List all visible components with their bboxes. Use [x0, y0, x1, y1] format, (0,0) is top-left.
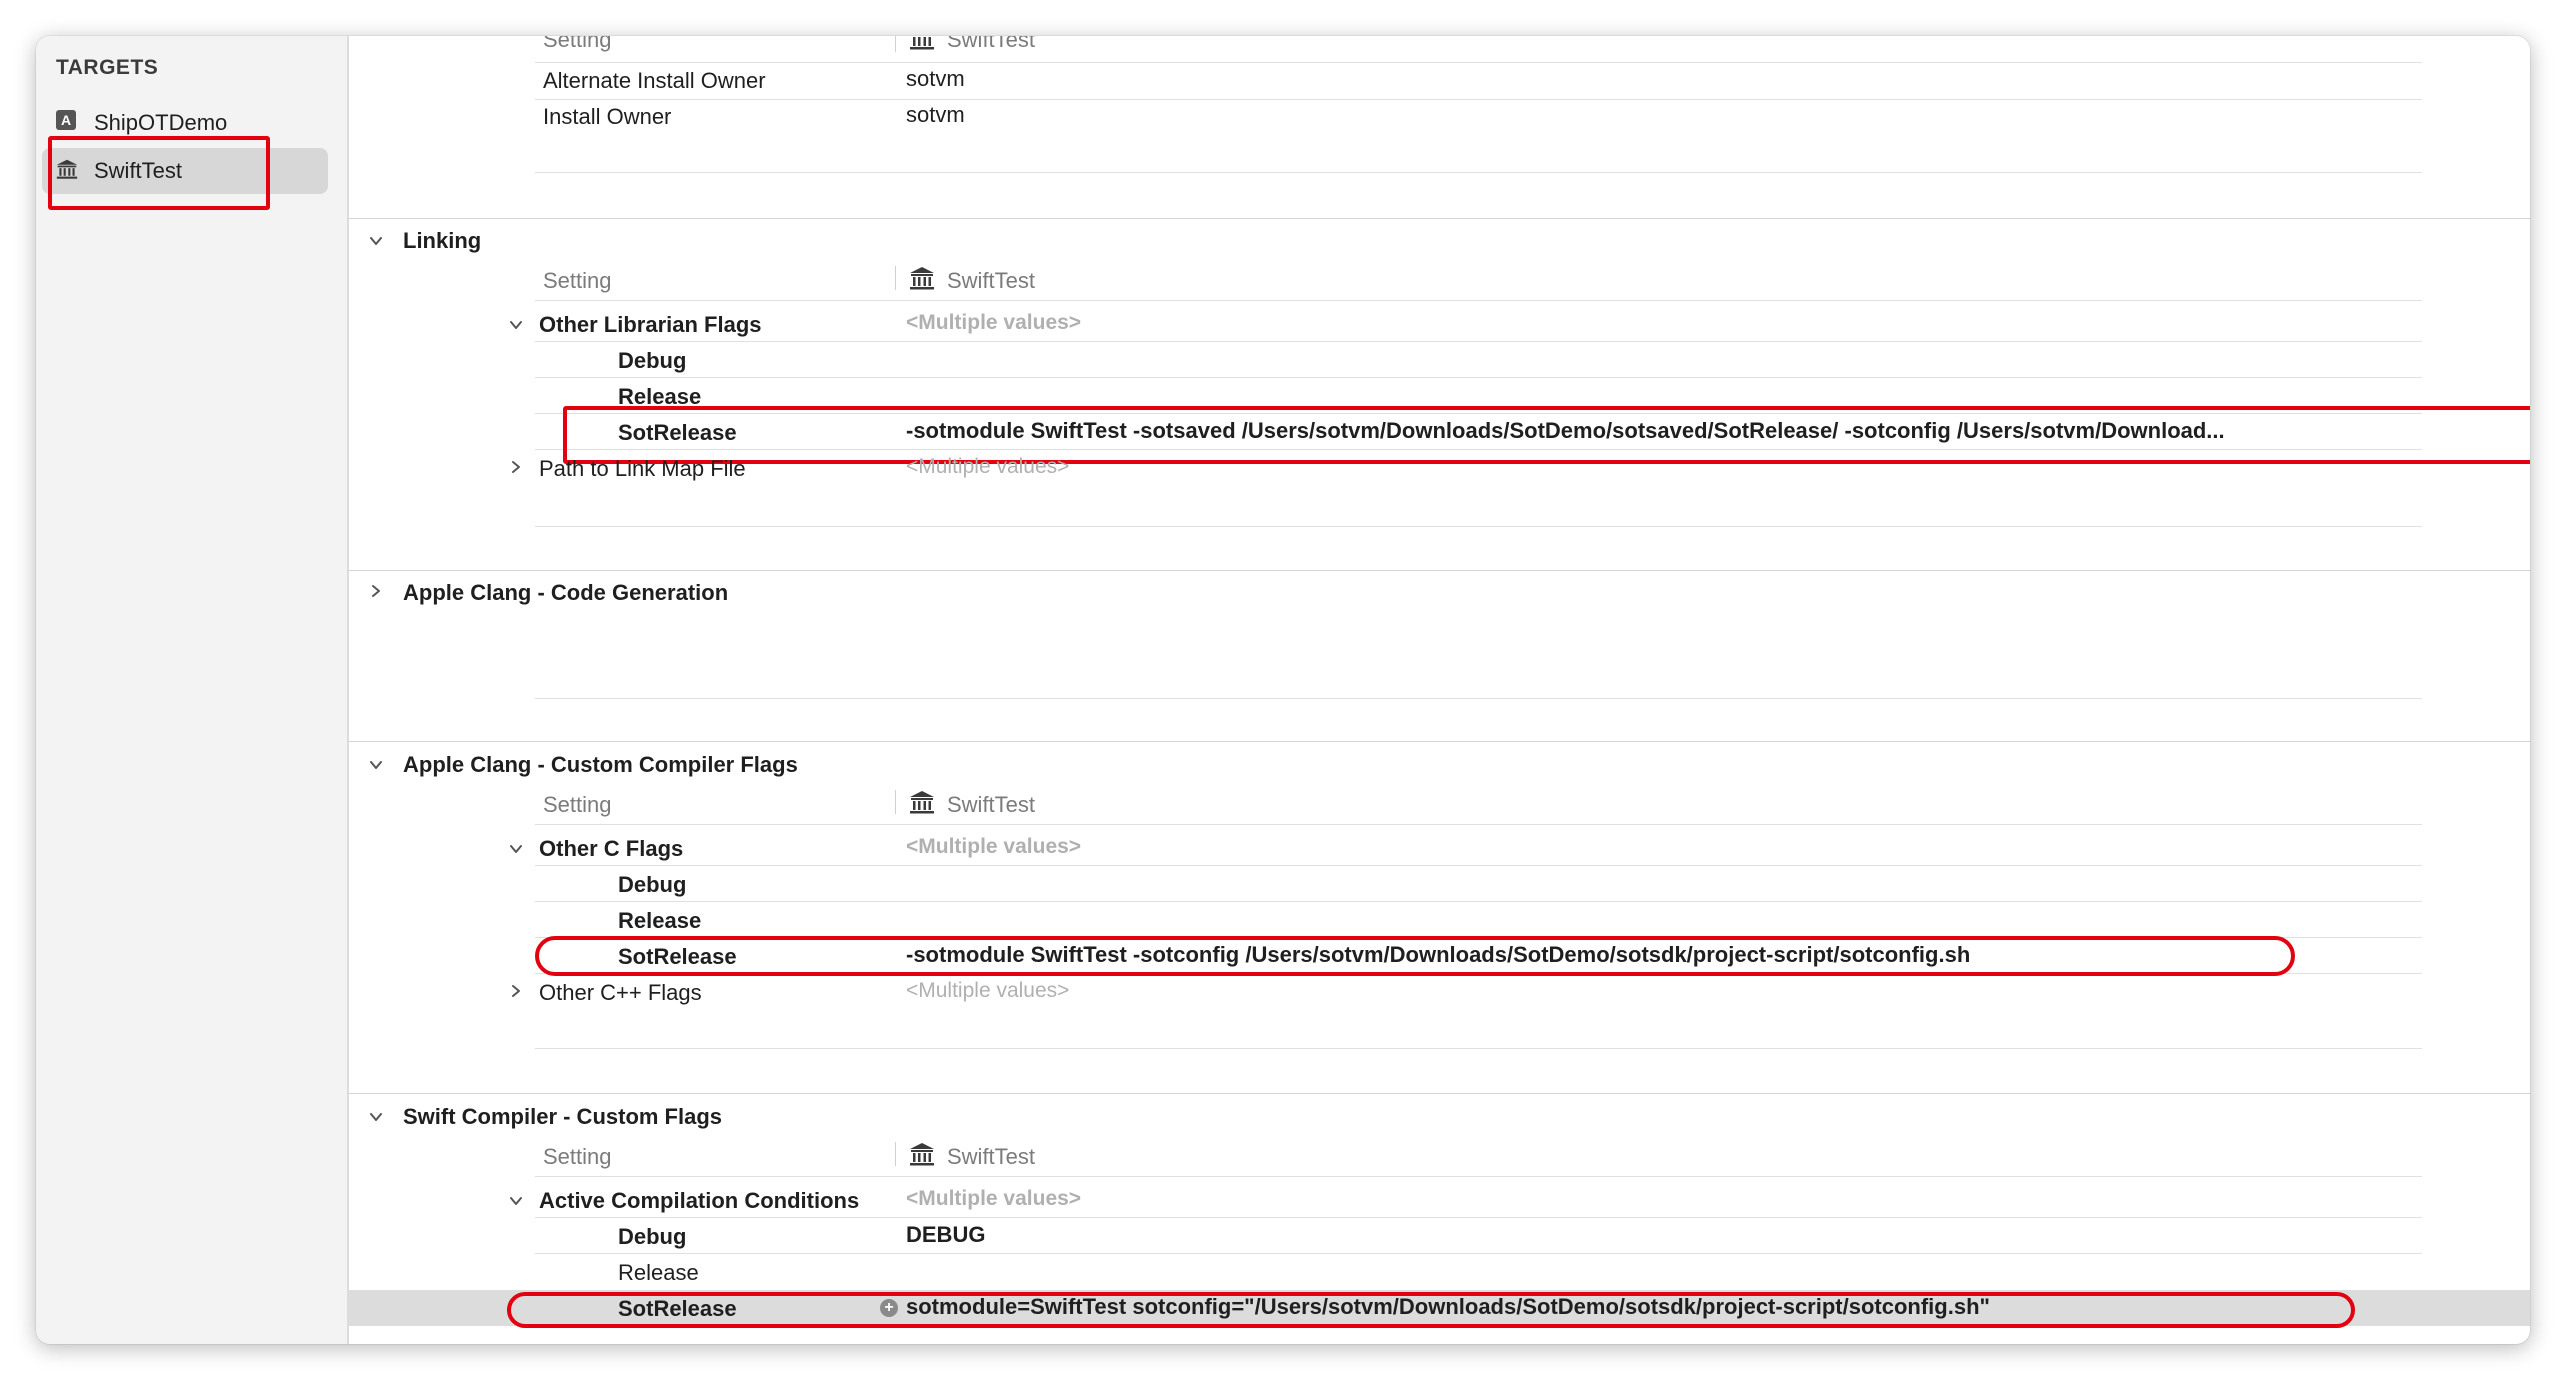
targets-section-title: TARGETS	[56, 56, 159, 79]
column-header-setting: Setting	[543, 268, 612, 293]
settings-editor: Setting SwiftTest Alternate Install Owne…	[349, 36, 2530, 1344]
config-debug[interactable]: Debug	[618, 348, 686, 374]
section-title-swift-custom[interactable]: Swift Compiler - Custom Flags	[403, 1104, 722, 1130]
setting-other-cpp-flags[interactable]: Other C++ Flags	[539, 980, 702, 1006]
setting-value[interactable]: sotvm	[906, 102, 965, 128]
config-release[interactable]: Release	[618, 908, 701, 934]
library-icon	[909, 1142, 935, 1166]
section-title-clang-codegen[interactable]: Apple Clang - Code Generation	[403, 580, 728, 606]
annotation-pill-c-flags-sotrelease	[535, 936, 2295, 976]
build-settings-window: TARGETS A ShipOTDemo SwiftTest Setting S…	[36, 36, 2530, 1344]
setting-value[interactable]: sotvm	[906, 66, 965, 92]
config-debug[interactable]: Debug	[618, 872, 686, 898]
setting-value-multiple[interactable]: <Multiple values>	[906, 979, 1069, 1003]
column-header-target: SwiftTest	[947, 36, 1036, 52]
library-icon	[909, 266, 935, 290]
config-release[interactable]: Release	[618, 1260, 699, 1286]
setting-name[interactable]: Install Owner	[543, 104, 671, 130]
config-debug[interactable]: Debug	[618, 1224, 686, 1250]
section-title-clang-custom[interactable]: Apple Clang - Custom Compiler Flags	[403, 752, 798, 778]
section-title-linking[interactable]: Linking	[403, 228, 481, 254]
setting-other-librarian-flags[interactable]: Other Librarian Flags	[539, 312, 762, 338]
annotation-pill-swift-sotrelease	[507, 1292, 2355, 1328]
library-icon	[909, 790, 935, 814]
column-header-target: SwiftTest	[947, 1144, 1036, 1169]
setting-name[interactable]: Alternate Install Owner	[543, 68, 766, 94]
column-header-target: SwiftTest	[947, 268, 1036, 293]
setting-active-compilation-conditions[interactable]: Active Compilation Conditions	[539, 1188, 859, 1214]
chevron-down-icon[interactable]	[369, 234, 383, 248]
annotation-box-librarian-sotrelease	[563, 406, 2530, 464]
column-header-target: SwiftTest	[947, 792, 1036, 817]
chevron-right-icon[interactable]	[369, 584, 383, 598]
chevron-right-icon[interactable]	[509, 460, 523, 474]
setting-value-multiple[interactable]: <Multiple values>	[906, 311, 1081, 335]
annotation-box-target	[48, 136, 270, 210]
setting-value-multiple[interactable]: <Multiple values>	[906, 835, 1081, 859]
column-header-setting: Setting	[543, 36, 612, 52]
chevron-down-icon[interactable]	[509, 842, 523, 856]
setting-value-debug[interactable]: DEBUG	[906, 1222, 985, 1248]
setting-path-to-link-map[interactable]: Path to Link Map File	[539, 456, 746, 482]
setting-other-c-flags[interactable]: Other C Flags	[539, 836, 683, 862]
chevron-down-icon[interactable]	[509, 318, 523, 332]
target-label: ShipOTDemo	[94, 110, 228, 135]
chevron-right-icon[interactable]	[509, 984, 523, 998]
column-header-setting: Setting	[543, 1144, 612, 1169]
app-icon: A	[56, 110, 78, 132]
setting-value-multiple[interactable]: <Multiple values>	[906, 1187, 1081, 1211]
library-icon	[909, 36, 935, 50]
setting-value-multiple[interactable]: <Multiple values>	[906, 455, 1069, 479]
chevron-down-icon[interactable]	[509, 1194, 523, 1208]
chevron-down-icon[interactable]	[369, 758, 383, 772]
chevron-down-icon[interactable]	[369, 1110, 383, 1124]
targets-sidebar: TARGETS A ShipOTDemo SwiftTest	[36, 36, 349, 1344]
column-header-setting: Setting	[543, 792, 612, 817]
